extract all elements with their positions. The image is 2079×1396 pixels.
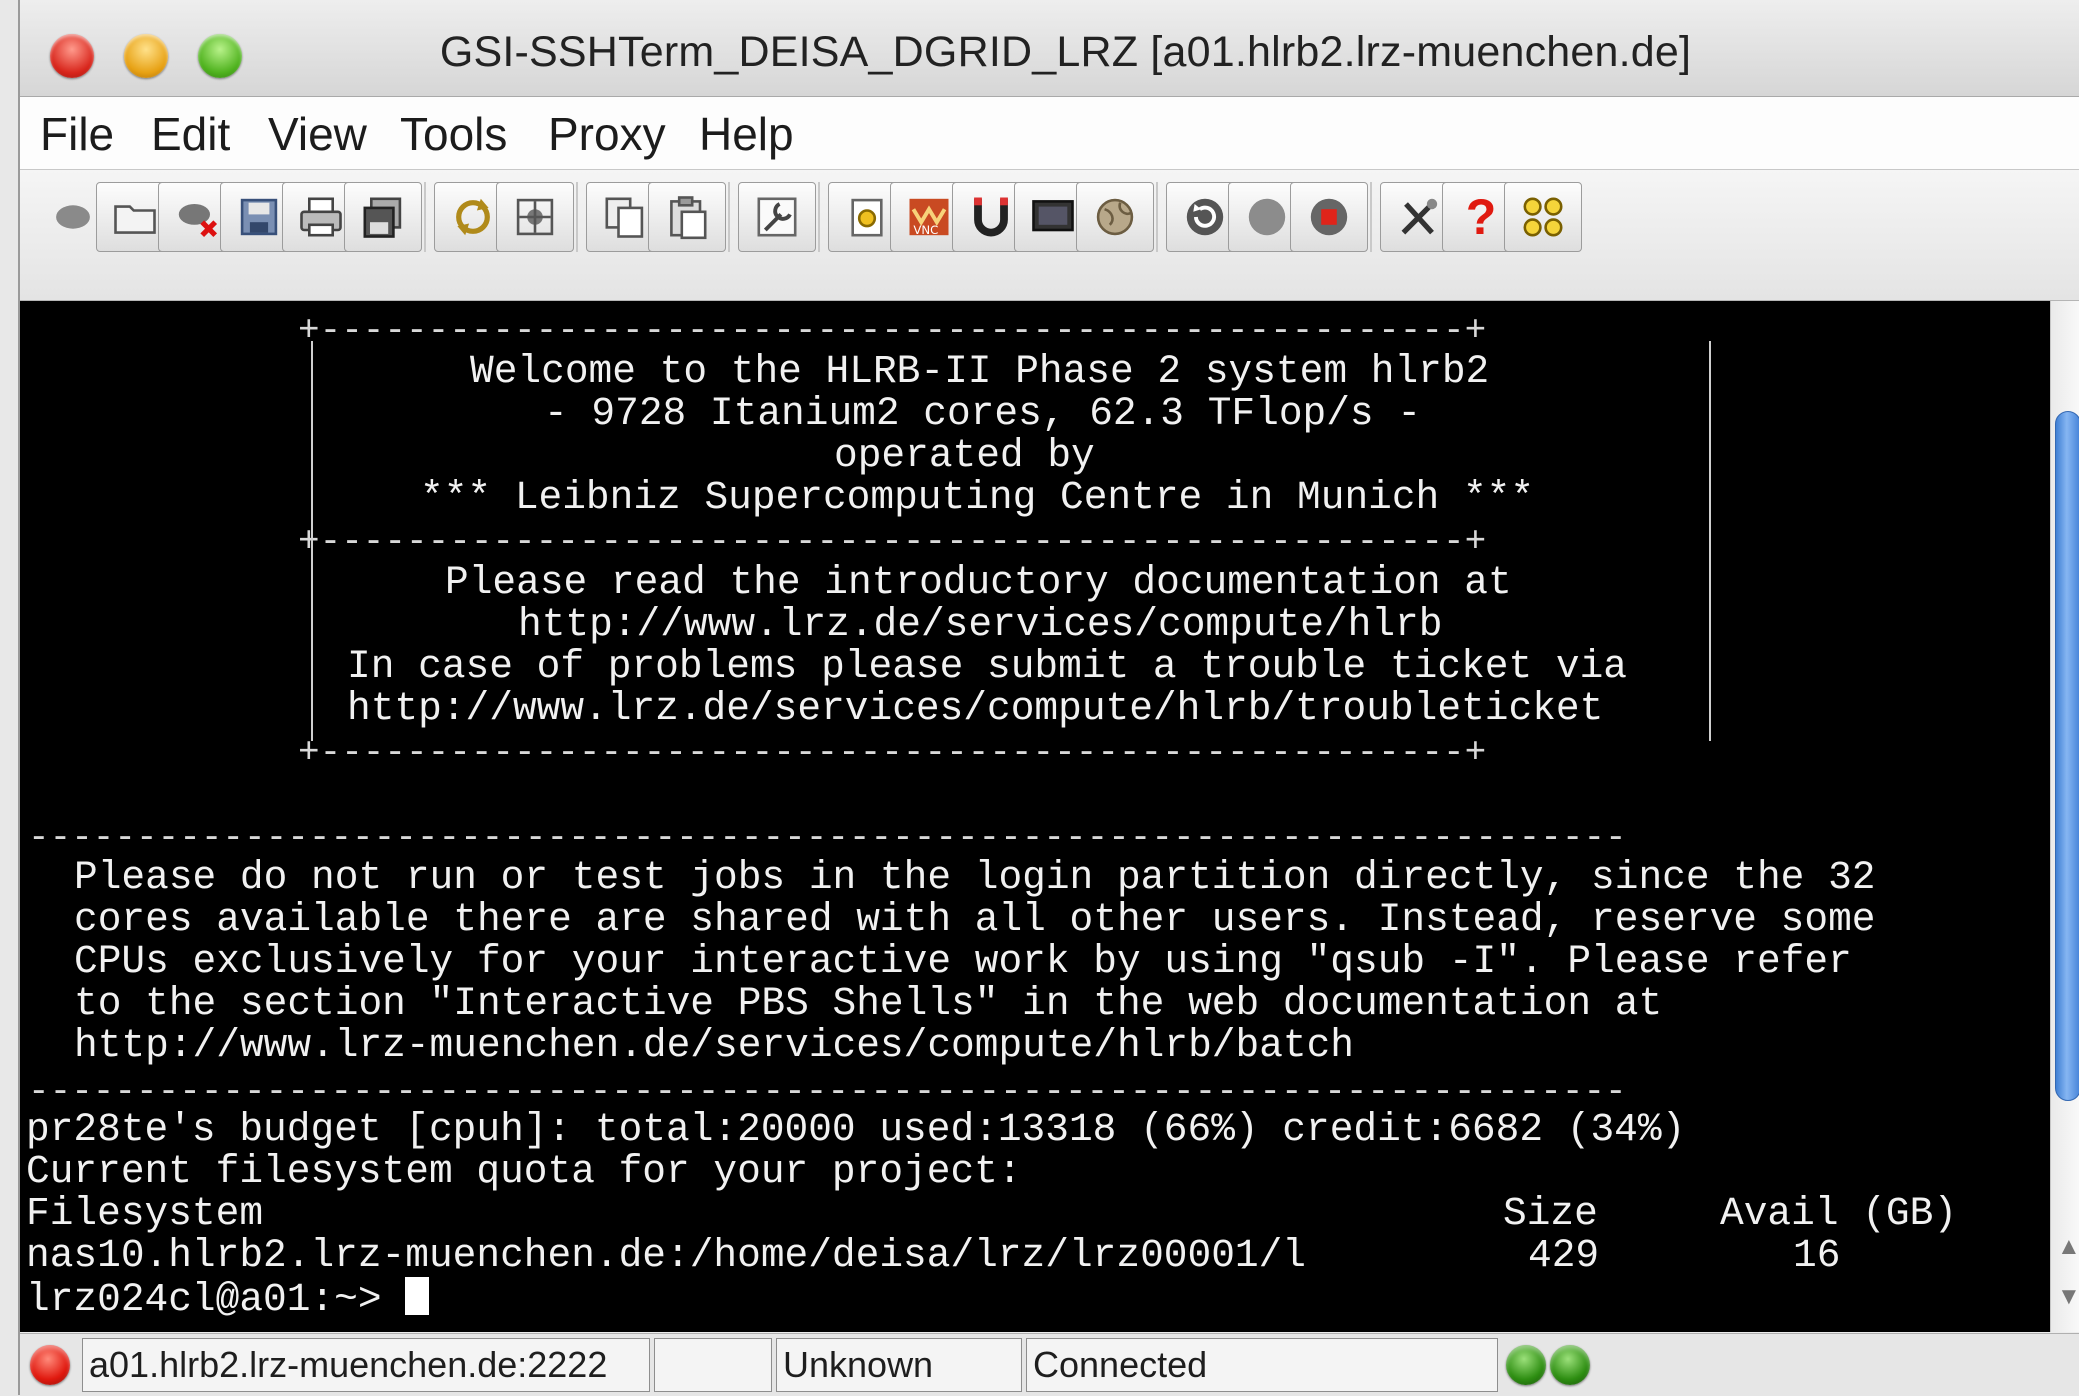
info-line: http://www.lrz.de/services/compute/hlrb/… — [347, 686, 1604, 731]
menu-help[interactable]: Help — [699, 107, 794, 161]
edit-wrench-icon[interactable] — [738, 182, 816, 252]
connection-error-led-icon — [30, 1345, 70, 1385]
toolbar-separator — [424, 182, 426, 252]
terminal-window: GSI-SSHTerm_DEISA_DGRID_LRZ [a01.hlrb2.l… — [18, 0, 2079, 1396]
record-icon[interactable] — [1290, 182, 1368, 252]
scrollbar-thumb[interactable] — [2055, 411, 2079, 1101]
menu-edit[interactable]: Edit — [151, 107, 230, 161]
quota-row-filesystem: nas10.hlrb2.lrz-muenchen.de:/home/deisa/… — [26, 1233, 1307, 1278]
menu-bar: File Edit View Tools Proxy Help — [20, 97, 2079, 170]
toolbar-separator — [1370, 182, 1372, 252]
prompt-line[interactable]: lrz024cl@a01:~> — [26, 1277, 430, 1322]
banner-box-bottom: +---------------------------------------… — [298, 732, 1487, 773]
banner-box-middle: +---------------------------------------… — [298, 521, 1487, 562]
status-empty-cell — [654, 1338, 772, 1392]
banner-line: *** Leibniz Supercomputing Centre in Mun… — [420, 475, 1535, 520]
toolbar-separator — [1156, 182, 1158, 252]
status-connection: Connected — [1026, 1338, 1498, 1392]
banner-box-right-edge — [1709, 341, 1711, 741]
network-icon[interactable] — [1504, 182, 1582, 252]
notice-line: CPUs exclusively for your interactive wo… — [74, 939, 1852, 984]
svg-text:VNC: VNC — [913, 223, 938, 237]
info-line: Please read the introductory documentati… — [445, 560, 1512, 605]
quota-row-avail: 16 — [1793, 1233, 1841, 1278]
window-title: GSI-SSHTerm_DEISA_DGRID_LRZ [a01.hlrb2.l… — [439, 28, 1692, 76]
budget-line: pr28te's budget [cpuh]: total:20000 used… — [26, 1107, 1686, 1152]
terminal-screen[interactable]: +---------------------------------------… — [20, 301, 2050, 1332]
quota-title-line: Current filesystem quota for your projec… — [26, 1149, 1022, 1194]
quota-row-size: 429 — [1528, 1233, 1600, 1278]
status-ok-led-icon — [1550, 1345, 1590, 1385]
menu-view[interactable]: View — [268, 107, 367, 161]
menu-file[interactable]: File — [40, 107, 114, 161]
help-glyph: ? — [1465, 189, 1497, 245]
toolbar: VNC ? — [20, 170, 2079, 301]
scroll-up-arrow-icon[interactable]: ▲ — [2057, 1235, 2079, 1259]
info-line: http://www.lrz.de/services/compute/hlrb — [518, 602, 1443, 647]
toolbar-separator — [818, 182, 820, 252]
info-line: In case of problems please submit a trou… — [347, 644, 1628, 689]
notice-line: http://www.lrz-muenchen.de/services/comp… — [74, 1023, 1355, 1068]
menu-proxy[interactable]: Proxy — [548, 107, 666, 161]
banner-box-left-edge — [311, 341, 313, 741]
quota-header-filesystem: Filesystem — [26, 1191, 264, 1236]
toolbar-separator — [728, 182, 730, 252]
banner-line: - 9728 Itanium2 cores, 62.3 TFlop/s - — [544, 391, 1422, 436]
separator-line: ----------------------------------------… — [28, 817, 1627, 858]
banner-box-top: +---------------------------------------… — [298, 310, 1487, 351]
notice-line: cores available there are shared with al… — [74, 897, 1876, 942]
terminal-scrollbar[interactable]: ▲ ▼ — [2050, 301, 2079, 1332]
status-ok-led-icon — [1506, 1345, 1546, 1385]
toolbar-separator — [576, 182, 578, 252]
globe-icon[interactable] — [1076, 182, 1154, 252]
menu-tools[interactable]: Tools — [400, 107, 507, 161]
notice-line: Please do not run or test jobs in the lo… — [74, 855, 1876, 900]
scroll-down-arrow-icon[interactable]: ▼ — [2057, 1285, 2079, 1309]
save-as-icon[interactable] — [344, 182, 422, 252]
settings-frame-icon[interactable] — [496, 182, 574, 252]
shell-prompt: lrz024cl@a01:~> — [26, 1277, 406, 1322]
status-host: a01.hlrb2.lrz-muenchen.de:2222 — [82, 1338, 650, 1392]
title-bar: GSI-SSHTerm_DEISA_DGRID_LRZ [a01.hlrb2.l… — [20, 0, 2079, 97]
separator-line: ----------------------------------------… — [28, 1071, 1627, 1112]
quota-header-avail: Avail (GB) — [1720, 1191, 1958, 1236]
banner-line: operated by — [834, 433, 1095, 478]
text-cursor — [405, 1277, 430, 1315]
paste-icon[interactable] — [648, 182, 726, 252]
quota-header-size: Size — [1503, 1191, 1598, 1236]
notice-line: to the section "Interactive PBS Shells" … — [74, 981, 1663, 1026]
status-state: Unknown — [776, 1338, 1022, 1392]
status-bar: a01.hlrb2.lrz-muenchen.de:2222 Unknown C… — [20, 1333, 2079, 1396]
banner-line: Welcome to the HLRB-II Phase 2 system hl… — [470, 349, 1490, 394]
